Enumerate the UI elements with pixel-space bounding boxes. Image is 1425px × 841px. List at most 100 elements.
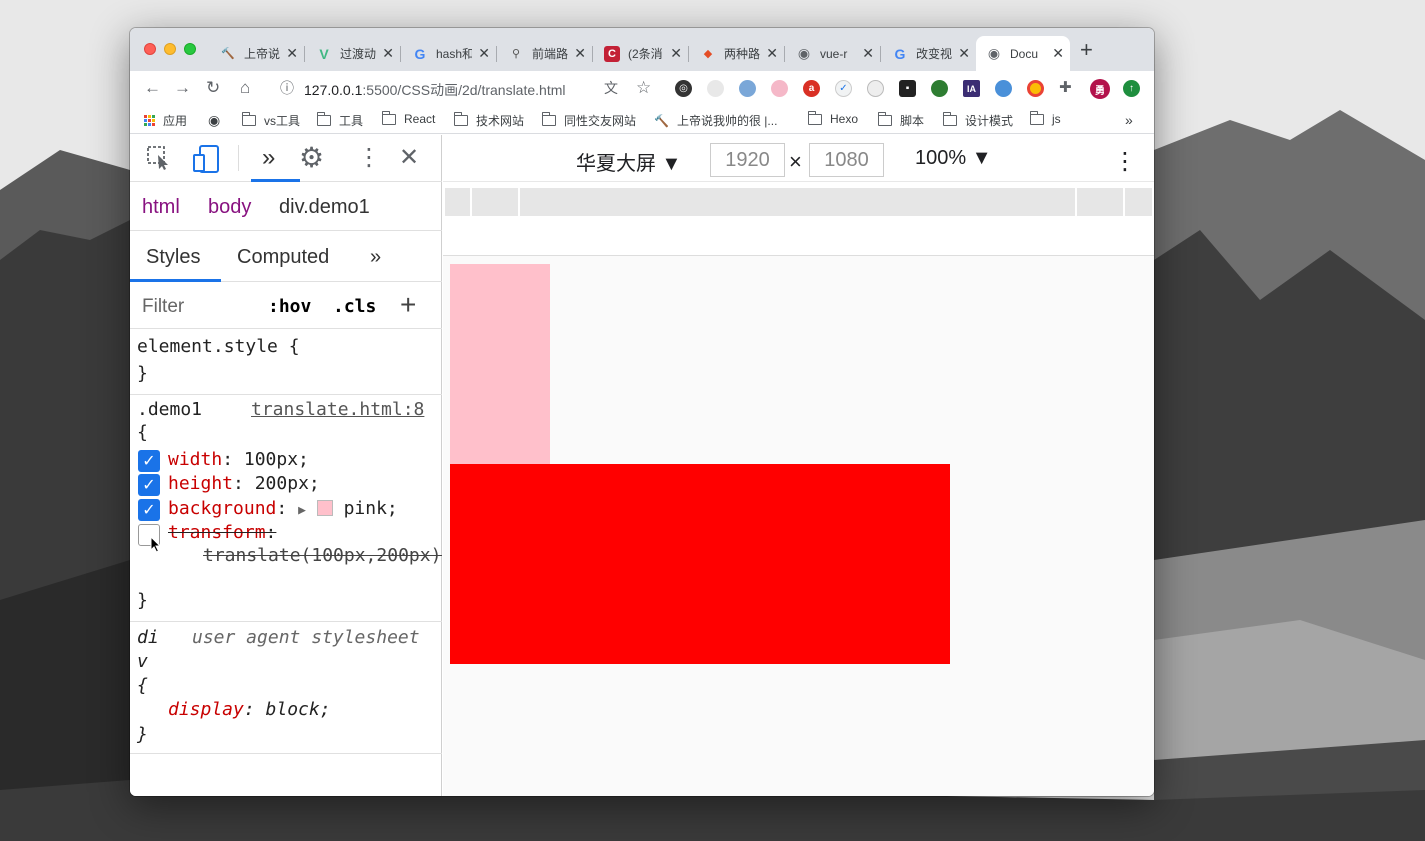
extension-icon[interactable]: ◎	[675, 80, 692, 97]
bookmark-folder[interactable]: js	[1029, 110, 1061, 126]
avatar[interactable]: 勇	[1090, 79, 1110, 99]
rule-selector[interactable]: .demo1	[137, 399, 202, 420]
tab-close-icon[interactable]: ✕	[574, 45, 586, 62]
translate-icon[interactable]: 文	[604, 79, 618, 97]
bookmark-folder[interactable]: React	[381, 110, 435, 126]
extension-icon[interactable]: IA	[963, 80, 980, 97]
browser-tab[interactable]: V 过渡动 ✕	[306, 36, 401, 71]
extension-icon[interactable]: ▪	[899, 80, 916, 97]
cls-toggle[interactable]: .cls	[333, 296, 376, 317]
bookmarks-overflow-button[interactable]: »	[1125, 112, 1133, 128]
device-select[interactable]: 华夏大屏 ▼	[576, 147, 681, 176]
more-tabs-icon[interactable]: »	[370, 246, 381, 269]
gear-icon[interactable]: ⚙	[299, 144, 324, 172]
tab-separator	[784, 46, 785, 62]
kebab-menu-icon[interactable]: ⋮	[357, 145, 381, 171]
media-query-bar[interactable]	[445, 188, 1152, 216]
device-toggle-icon[interactable]	[192, 145, 220, 179]
browser-tab[interactable]: ◆ 两种路 ✕	[690, 36, 785, 71]
property-value: 200px;	[254, 473, 320, 494]
browser-tab[interactable]: ◉ vue-r ✕	[786, 36, 881, 71]
device-menu-icon[interactable]: ⋮	[1113, 147, 1137, 176]
browser-tab[interactable]: G 改变视 ✕	[882, 36, 976, 71]
bookmark-folder[interactable]: vs工具	[241, 112, 300, 129]
puzzle-icon[interactable]: ✚	[1059, 79, 1072, 97]
extension-icon[interactable]	[707, 80, 724, 97]
declaration-checkbox[interactable]: ✓	[138, 499, 160, 521]
zoom-select[interactable]: 100% ▼	[915, 147, 992, 170]
extension-icon[interactable]	[739, 80, 756, 97]
breadcrumb: html body div.demo1	[130, 183, 442, 231]
tab-close-icon[interactable]: ✕	[862, 45, 874, 62]
bookmark-folder[interactable]: 技术网站	[453, 112, 524, 129]
declaration[interactable]: width: 100px;	[168, 449, 309, 470]
extension-icon[interactable]	[867, 80, 884, 97]
declaration-checkbox[interactable]: ✓	[138, 474, 160, 496]
extension-icon[interactable]	[1027, 80, 1044, 97]
demo-box[interactable]	[450, 264, 550, 464]
new-tab-button[interactable]: +	[1080, 39, 1093, 61]
extension-icon[interactable]: a	[803, 80, 820, 97]
declaration[interactable]: background: ▶ pink;	[168, 498, 398, 519]
bookmark-folder[interactable]: 工具	[316, 112, 363, 129]
tab-close-icon[interactable]: ✕	[382, 45, 394, 62]
rule-source-link[interactable]: translate.html:8	[251, 399, 424, 420]
inspect-element-icon[interactable]	[146, 145, 172, 177]
update-icon[interactable]: ↑	[1123, 80, 1140, 97]
browser-tab[interactable]: 🔨 上帝说 ✕	[210, 36, 305, 71]
tab-close-icon[interactable]: ✕	[958, 45, 970, 62]
tab-close-icon[interactable]: ✕	[286, 45, 298, 62]
tab-computed[interactable]: Computed	[237, 246, 329, 269]
extension-icon[interactable]	[771, 80, 788, 97]
add-rule-button[interactable]: +	[400, 289, 416, 321]
reload-icon[interactable]: ↻	[206, 79, 220, 97]
media-query-marker	[518, 188, 520, 216]
tab-close-icon[interactable]: ✕	[670, 45, 682, 62]
bookmark-folder[interactable]: 同性交友网站	[541, 112, 636, 129]
filter-input[interactable]: Filter	[142, 296, 184, 318]
browser-tab[interactable]: ⚲ 前端路 ✕	[498, 36, 593, 71]
element-style-selector[interactable]: element.style {	[137, 336, 300, 357]
viewport-width-input[interactable]: 1920	[710, 143, 785, 177]
info-icon[interactable]: ⓘ	[280, 79, 294, 97]
forward-arrow-icon[interactable]: →	[174, 79, 191, 97]
back-arrow-icon[interactable]: ←	[144, 79, 161, 97]
bookmark-folder[interactable]: 设计模式	[942, 112, 1013, 129]
extension-icon[interactable]	[995, 80, 1012, 97]
color-swatch[interactable]	[316, 500, 333, 516]
bookmark-apps[interactable]: 应用	[144, 112, 187, 129]
extension-icon[interactable]	[931, 80, 948, 97]
bookmark-folder[interactable]: Hexo	[807, 110, 859, 126]
window-maximize-button[interactable]	[184, 43, 196, 55]
tab-close-icon[interactable]: ✕	[1052, 45, 1064, 62]
more-panels-icon[interactable]: »	[262, 145, 275, 171]
declaration-checkbox[interactable]: ✓	[138, 450, 160, 472]
breadcrumb-div[interactable]: div.demo1	[279, 196, 370, 219]
close-icon[interactable]: ✕	[399, 145, 419, 171]
page-viewport	[443, 256, 1154, 796]
browser-tab[interactable]: G hash和 ✕	[402, 36, 497, 71]
bookmark-link[interactable]: 🔨 上帝说我帅的很 |...	[654, 112, 777, 129]
breadcrumb-body[interactable]: body	[208, 196, 251, 219]
hov-toggle[interactable]: :hov	[268, 296, 311, 317]
expand-triangle-icon[interactable]: ▶	[298, 503, 306, 518]
window-close-button[interactable]	[144, 43, 156, 55]
browser-tab[interactable]: C (2条消 ✕	[594, 36, 689, 71]
breadcrumb-html[interactable]: html	[142, 196, 180, 219]
extension-icon[interactable]: ✓	[835, 80, 852, 97]
declaration[interactable]: height: 200px;	[168, 473, 320, 494]
bookmark-globe[interactable]: ◉	[208, 112, 220, 129]
tab-close-icon[interactable]: ✕	[478, 45, 490, 62]
tab-close-icon[interactable]: ✕	[766, 45, 778, 62]
declaration-disabled[interactable]: transform:	[168, 522, 276, 543]
home-icon[interactable]: ⌂	[240, 79, 250, 97]
tab-styles[interactable]: Styles	[146, 246, 200, 269]
bookmark-star-icon[interactable]: ☆	[636, 79, 651, 97]
viewport-height-input[interactable]: 1080	[809, 143, 884, 177]
address-bar[interactable]: 127.0.0.1:5500/CSS动画/2d/translate.html	[304, 80, 566, 100]
bookmark-label: Hexo	[830, 112, 859, 126]
browser-tab-active[interactable]: ◉ Docu ✕	[976, 36, 1070, 71]
window-minimize-button[interactable]	[164, 43, 176, 55]
bookmark-folder[interactable]: 脚本	[877, 112, 924, 129]
rule-divider	[130, 394, 442, 395]
